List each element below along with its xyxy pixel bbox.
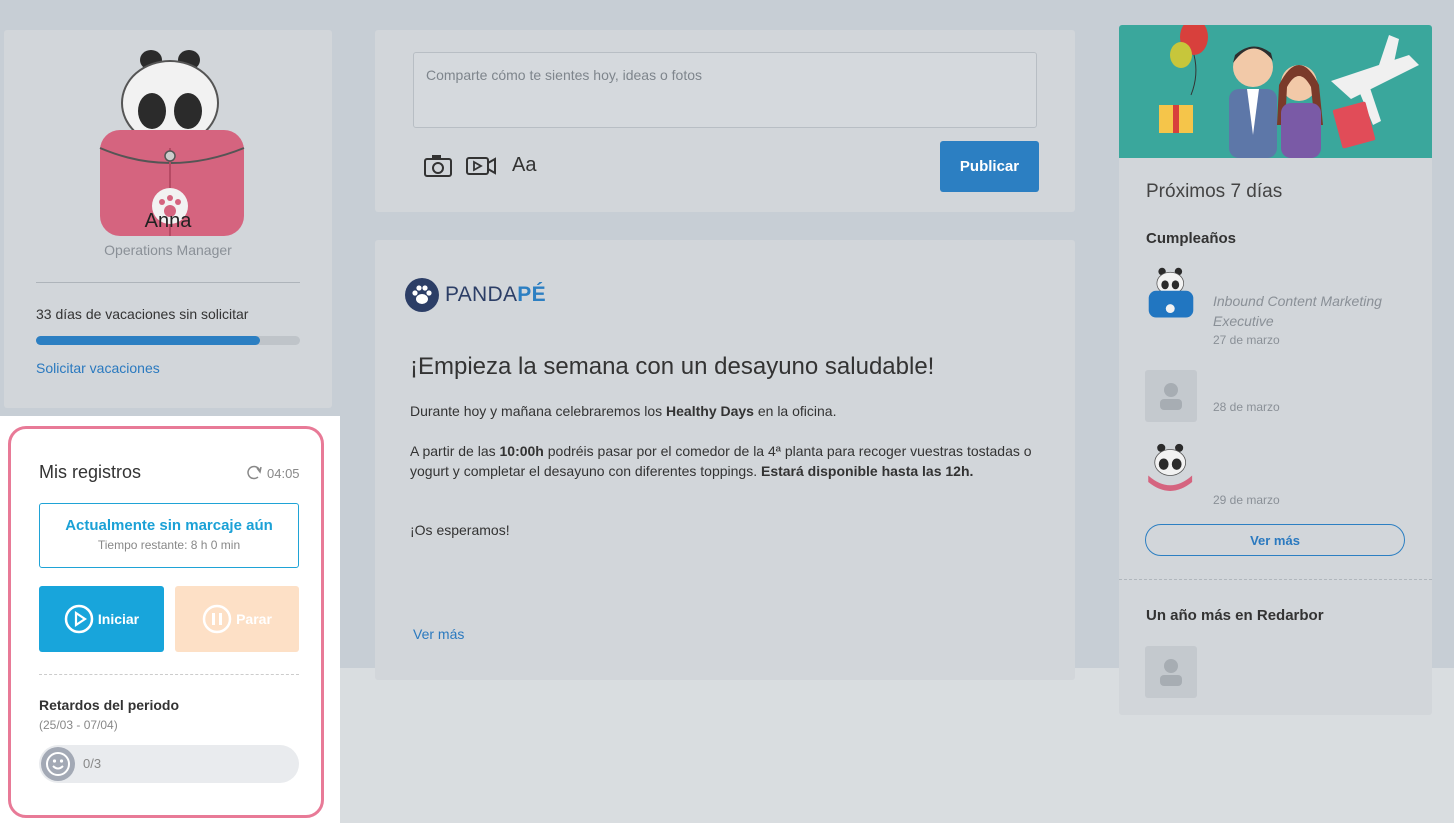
panda-blue-avatar [1148, 267, 1194, 318]
delays-title: Retardos del periodo [39, 697, 180, 713]
pandape-logo: PANDAPÉ [405, 278, 546, 312]
upcoming-title: Próximos 7 días [1146, 181, 1283, 202]
upcoming-card: Próximos 7 días Cumpleaños Inbound Conte… [1119, 25, 1432, 715]
birthday-date: 29 de marzo [1213, 493, 1280, 507]
delays-range: (25/03 - 07/04) [39, 718, 118, 732]
birthday-item[interactable]: Inbound Content Marketing Executive 27 d… [1145, 267, 1415, 347]
post-paragraph-2: A partir de las 10:00h podréis pasar por… [410, 443, 1032, 479]
user-placeholder-avatar [1145, 646, 1197, 698]
delays-count: 0/3 [83, 756, 102, 771]
registros-title: Mis registros [39, 462, 142, 482]
profile-name: Anna [144, 210, 192, 232]
divider [1119, 579, 1432, 580]
clock-status-box: Actualmente sin marcaje aún Tiempo resta… [39, 503, 299, 568]
logo-accent: PÉ [517, 283, 546, 306]
compose-input[interactable]: Comparte cómo te sientes hoy, ideas o fo… [413, 52, 1037, 128]
see-more-button[interactable]: Ver más [1145, 524, 1405, 556]
post-card: PANDAPÉ ¡Empieza la semana con un desayu… [375, 240, 1075, 680]
delays-bar: 0/3 [39, 745, 299, 783]
smiley-icon [41, 747, 75, 781]
divider [36, 282, 300, 283]
camera-icon[interactable] [423, 154, 453, 178]
profile-card: Anna Operations Manager 33 días de vacac… [4, 30, 332, 408]
birthdays-title: Cumpleaños [1146, 230, 1237, 247]
paw-logo-icon [405, 278, 439, 312]
celebration-banner [1119, 25, 1432, 158]
status-sub: Tiempo restante: 8 h 0 min [97, 538, 241, 552]
post-paragraph-3: ¡Os esperamos! [410, 522, 510, 538]
start-button[interactable]: Iniciar [39, 586, 164, 652]
logo-text: PANDA [445, 283, 518, 306]
refresh-icon [247, 465, 262, 480]
publish-button[interactable]: Publicar [940, 141, 1039, 192]
play-icon [64, 604, 94, 634]
divider [39, 674, 299, 675]
panda-pink-avatar [1148, 443, 1193, 491]
anniversary-title: Un año más en Redarbor [1146, 607, 1324, 624]
post-paragraph-1: Durante hoy y mañana celebraremos los He… [410, 403, 837, 419]
user-placeholder-avatar [1145, 370, 1197, 422]
post-more-link[interactable]: Ver más [413, 626, 464, 642]
birthday-date: 28 de marzo [1213, 400, 1280, 414]
text-format-tool[interactable]: Aa [512, 154, 536, 177]
birthday-role: Inbound Content Marketing Executive [1213, 293, 1382, 329]
status-main: Actualmente sin marcaje aún [65, 517, 273, 534]
vacation-progress-fill [36, 336, 261, 345]
pause-icon [202, 604, 232, 634]
request-vacation-link[interactable]: Solicitar vacaciones [36, 360, 160, 376]
registros-card: Mis registros 04:05 Actualmente sin marc… [8, 426, 324, 818]
birthday-item[interactable]: 28 de marzo [1145, 370, 1415, 430]
sync-time[interactable]: 04:05 [245, 464, 300, 482]
vacation-text: 33 días de vacaciones sin solicitar [36, 306, 249, 322]
compose-card: Comparte cómo te sientes hoy, ideas o fo… [375, 30, 1075, 212]
vacation-progress-bar [36, 336, 300, 345]
post-title: ¡Empieza la semana con un desayuno salud… [410, 353, 935, 380]
video-icon[interactable] [465, 154, 497, 178]
birthday-item[interactable]: 29 de marzo [1145, 443, 1415, 507]
birthday-date: 27 de marzo [1213, 333, 1280, 347]
stop-button[interactable]: Parar [175, 586, 299, 652]
profile-role: Operations Manager [104, 242, 232, 258]
